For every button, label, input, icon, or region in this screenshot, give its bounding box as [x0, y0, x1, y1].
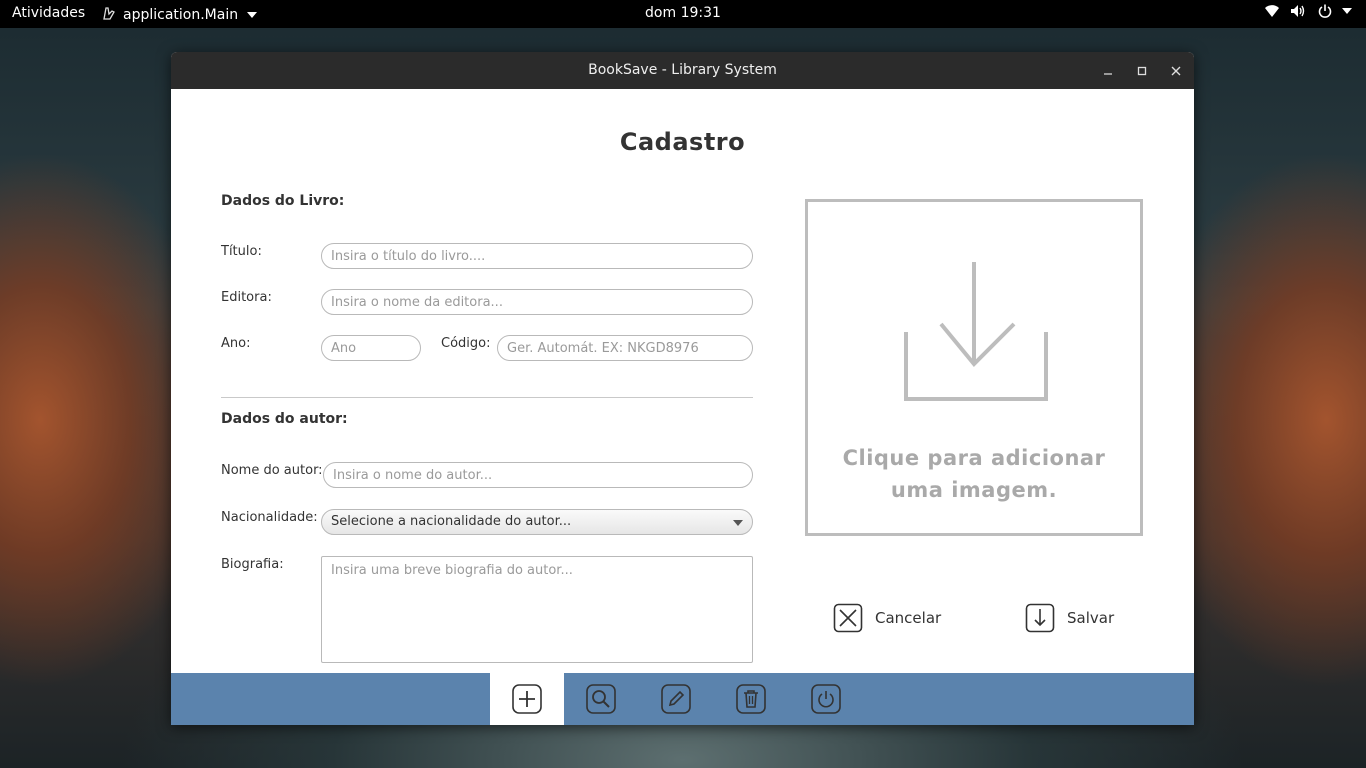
edit-icon: [661, 684, 691, 714]
wifi-icon: [1264, 4, 1280, 18]
nationality-selected-value: Selecione a nacionalidade do autor...: [331, 514, 572, 529]
search-icon: [586, 684, 616, 714]
toolbar-add-button[interactable]: [490, 673, 564, 725]
year-input[interactable]: [321, 335, 421, 361]
minimize-button[interactable]: [1098, 61, 1118, 81]
download-icon: [904, 262, 1048, 401]
chevron-down-icon: [733, 520, 743, 526]
cancel-label: Cancelar: [875, 609, 942, 627]
app-menu[interactable]: application.Main: [101, 5, 258, 25]
save-label: Salvar: [1067, 609, 1115, 627]
bio-label: Biografia:: [221, 557, 284, 572]
author-name-label: Nome do autor:: [221, 463, 323, 478]
section-divider: [221, 397, 753, 398]
cancel-button[interactable]: Cancelar: [833, 603, 941, 633]
save-button[interactable]: Salvar: [1025, 603, 1114, 633]
save-icon: [1025, 603, 1055, 633]
code-label: Código:: [441, 336, 491, 351]
author-section-title: Dados do autor:: [221, 411, 348, 427]
app-window: BookSave - Library System Cadastro Dados…: [171, 52, 1194, 725]
close-button[interactable]: [1166, 61, 1186, 81]
nationality-select[interactable]: Selecione a nacionalidade do autor...: [321, 509, 753, 535]
toolbar-exit-button[interactable]: [789, 673, 863, 725]
toolbar-edit-button[interactable]: [639, 673, 713, 725]
bio-textarea[interactable]: [321, 556, 753, 663]
minimize-icon: [1104, 73, 1112, 75]
power-icon: [811, 684, 841, 714]
title-label: Título:: [221, 244, 262, 259]
book-section-title: Dados do Livro:: [221, 193, 345, 209]
image-upload-line2: uma imagem.: [890, 478, 1058, 502]
window-title: BookSave - Library System: [588, 62, 777, 78]
maximize-icon: [1137, 66, 1147, 76]
close-icon: [1171, 66, 1181, 76]
maximize-button[interactable]: [1132, 61, 1152, 81]
chevron-down-icon: [1342, 8, 1352, 14]
window-titlebar[interactable]: BookSave - Library System: [171, 52, 1194, 89]
image-upload-text: Clique para adicionar uma imagem.: [808, 442, 1140, 506]
publisher-label: Editora:: [221, 290, 272, 305]
page-title: Cadastro: [619, 128, 746, 156]
app-icon: [101, 5, 117, 25]
app-name: application.Main: [123, 7, 239, 23]
nationality-label: Nacionalidade:: [221, 510, 318, 525]
year-label: Ano:: [221, 336, 251, 351]
cancel-icon: [833, 603, 863, 633]
top-bar: Atividades application.Main dom 19:31: [0, 0, 1366, 28]
publisher-input[interactable]: [321, 289, 753, 315]
author-name-input[interactable]: [323, 462, 753, 488]
trash-icon: [736, 684, 766, 714]
toolbar-delete-button[interactable]: [714, 673, 788, 725]
code-input[interactable]: [497, 335, 753, 361]
image-upload-line1: Clique para adicionar: [842, 446, 1106, 470]
system-status-area[interactable]: [1264, 4, 1352, 18]
chevron-down-icon: [247, 12, 258, 18]
form-area: Cadastro Dados do Livro: Título: Editora…: [171, 89, 1194, 673]
volume-icon: [1290, 4, 1308, 18]
toolbar-search-button[interactable]: [564, 673, 638, 725]
title-input[interactable]: [321, 243, 753, 269]
bottom-toolbar: [171, 673, 1194, 725]
power-icon: [1318, 4, 1332, 18]
image-upload-area[interactable]: Clique para adicionar uma imagem.: [805, 199, 1143, 536]
activities-button[interactable]: Atividades: [12, 5, 85, 21]
add-icon: [512, 684, 542, 714]
